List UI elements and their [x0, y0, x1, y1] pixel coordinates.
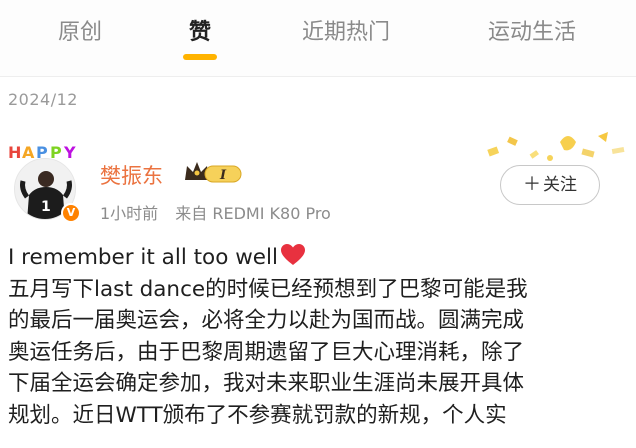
username[interactable]: 樊振东 — [100, 160, 163, 190]
content-line: 奥运任务后，由于巴黎周期遗留了巨大心理消耗，除了 — [8, 339, 525, 365]
tab-recent-hot[interactable]: 近期热门 — [302, 14, 390, 46]
post-meta: 1小时前 来自 REDMI K80 Pro — [100, 200, 331, 224]
content-line: 的最后一届奥运会，必将全力以赴为国而战。圆满完成 — [8, 308, 525, 333]
divider — [0, 76, 636, 77]
content-line: I remember it all too well — [8, 242, 632, 274]
content-line: 五月写下last dance的时候已经预想到了巴黎可能是我 — [8, 276, 528, 302]
plus-icon: ＋ — [523, 174, 541, 195]
crown-level-badge-icon: I — [185, 162, 242, 183]
avatar-container[interactable]: H A P P Y 1 V — [6, 142, 82, 228]
active-tab-indicator — [183, 54, 217, 60]
svg-text:1: 1 — [41, 199, 51, 215]
verified-badge-icon: V — [61, 203, 81, 223]
content-line-text: I remember it all too well — [8, 245, 278, 270]
svg-text:Y: Y — [63, 143, 76, 162]
red-heart-icon — [280, 244, 305, 265]
tab-sports-life[interactable]: 运动生活 — [488, 14, 576, 46]
svg-text:H: H — [8, 143, 21, 162]
svg-text:I: I — [219, 168, 227, 183]
post-content: I remember it all too well 五月写下last danc… — [8, 242, 632, 431]
content-line: 规划。近日WTT颁布了不参赛就罚款的新规，个人实 — [8, 402, 507, 428]
post-time: 1小时前 — [100, 204, 159, 223]
tab-bar: 原创 赞 近期热门 运动生活 — [0, 0, 636, 76]
tab-original[interactable]: 原创 — [58, 14, 102, 46]
date-header: 2024/12 — [8, 90, 78, 109]
content-line: 下届全运会确定参加，我对未来职业生涯尚未展开具体 — [8, 371, 525, 396]
tab-likes[interactable]: 赞 — [189, 14, 211, 46]
follow-label: 关注 — [543, 175, 577, 195]
confetti-decoration-icon — [487, 132, 625, 161]
post-source: 来自 REDMI K80 Pro — [175, 204, 331, 223]
follow-button[interactable]: ＋关注 — [500, 165, 600, 205]
